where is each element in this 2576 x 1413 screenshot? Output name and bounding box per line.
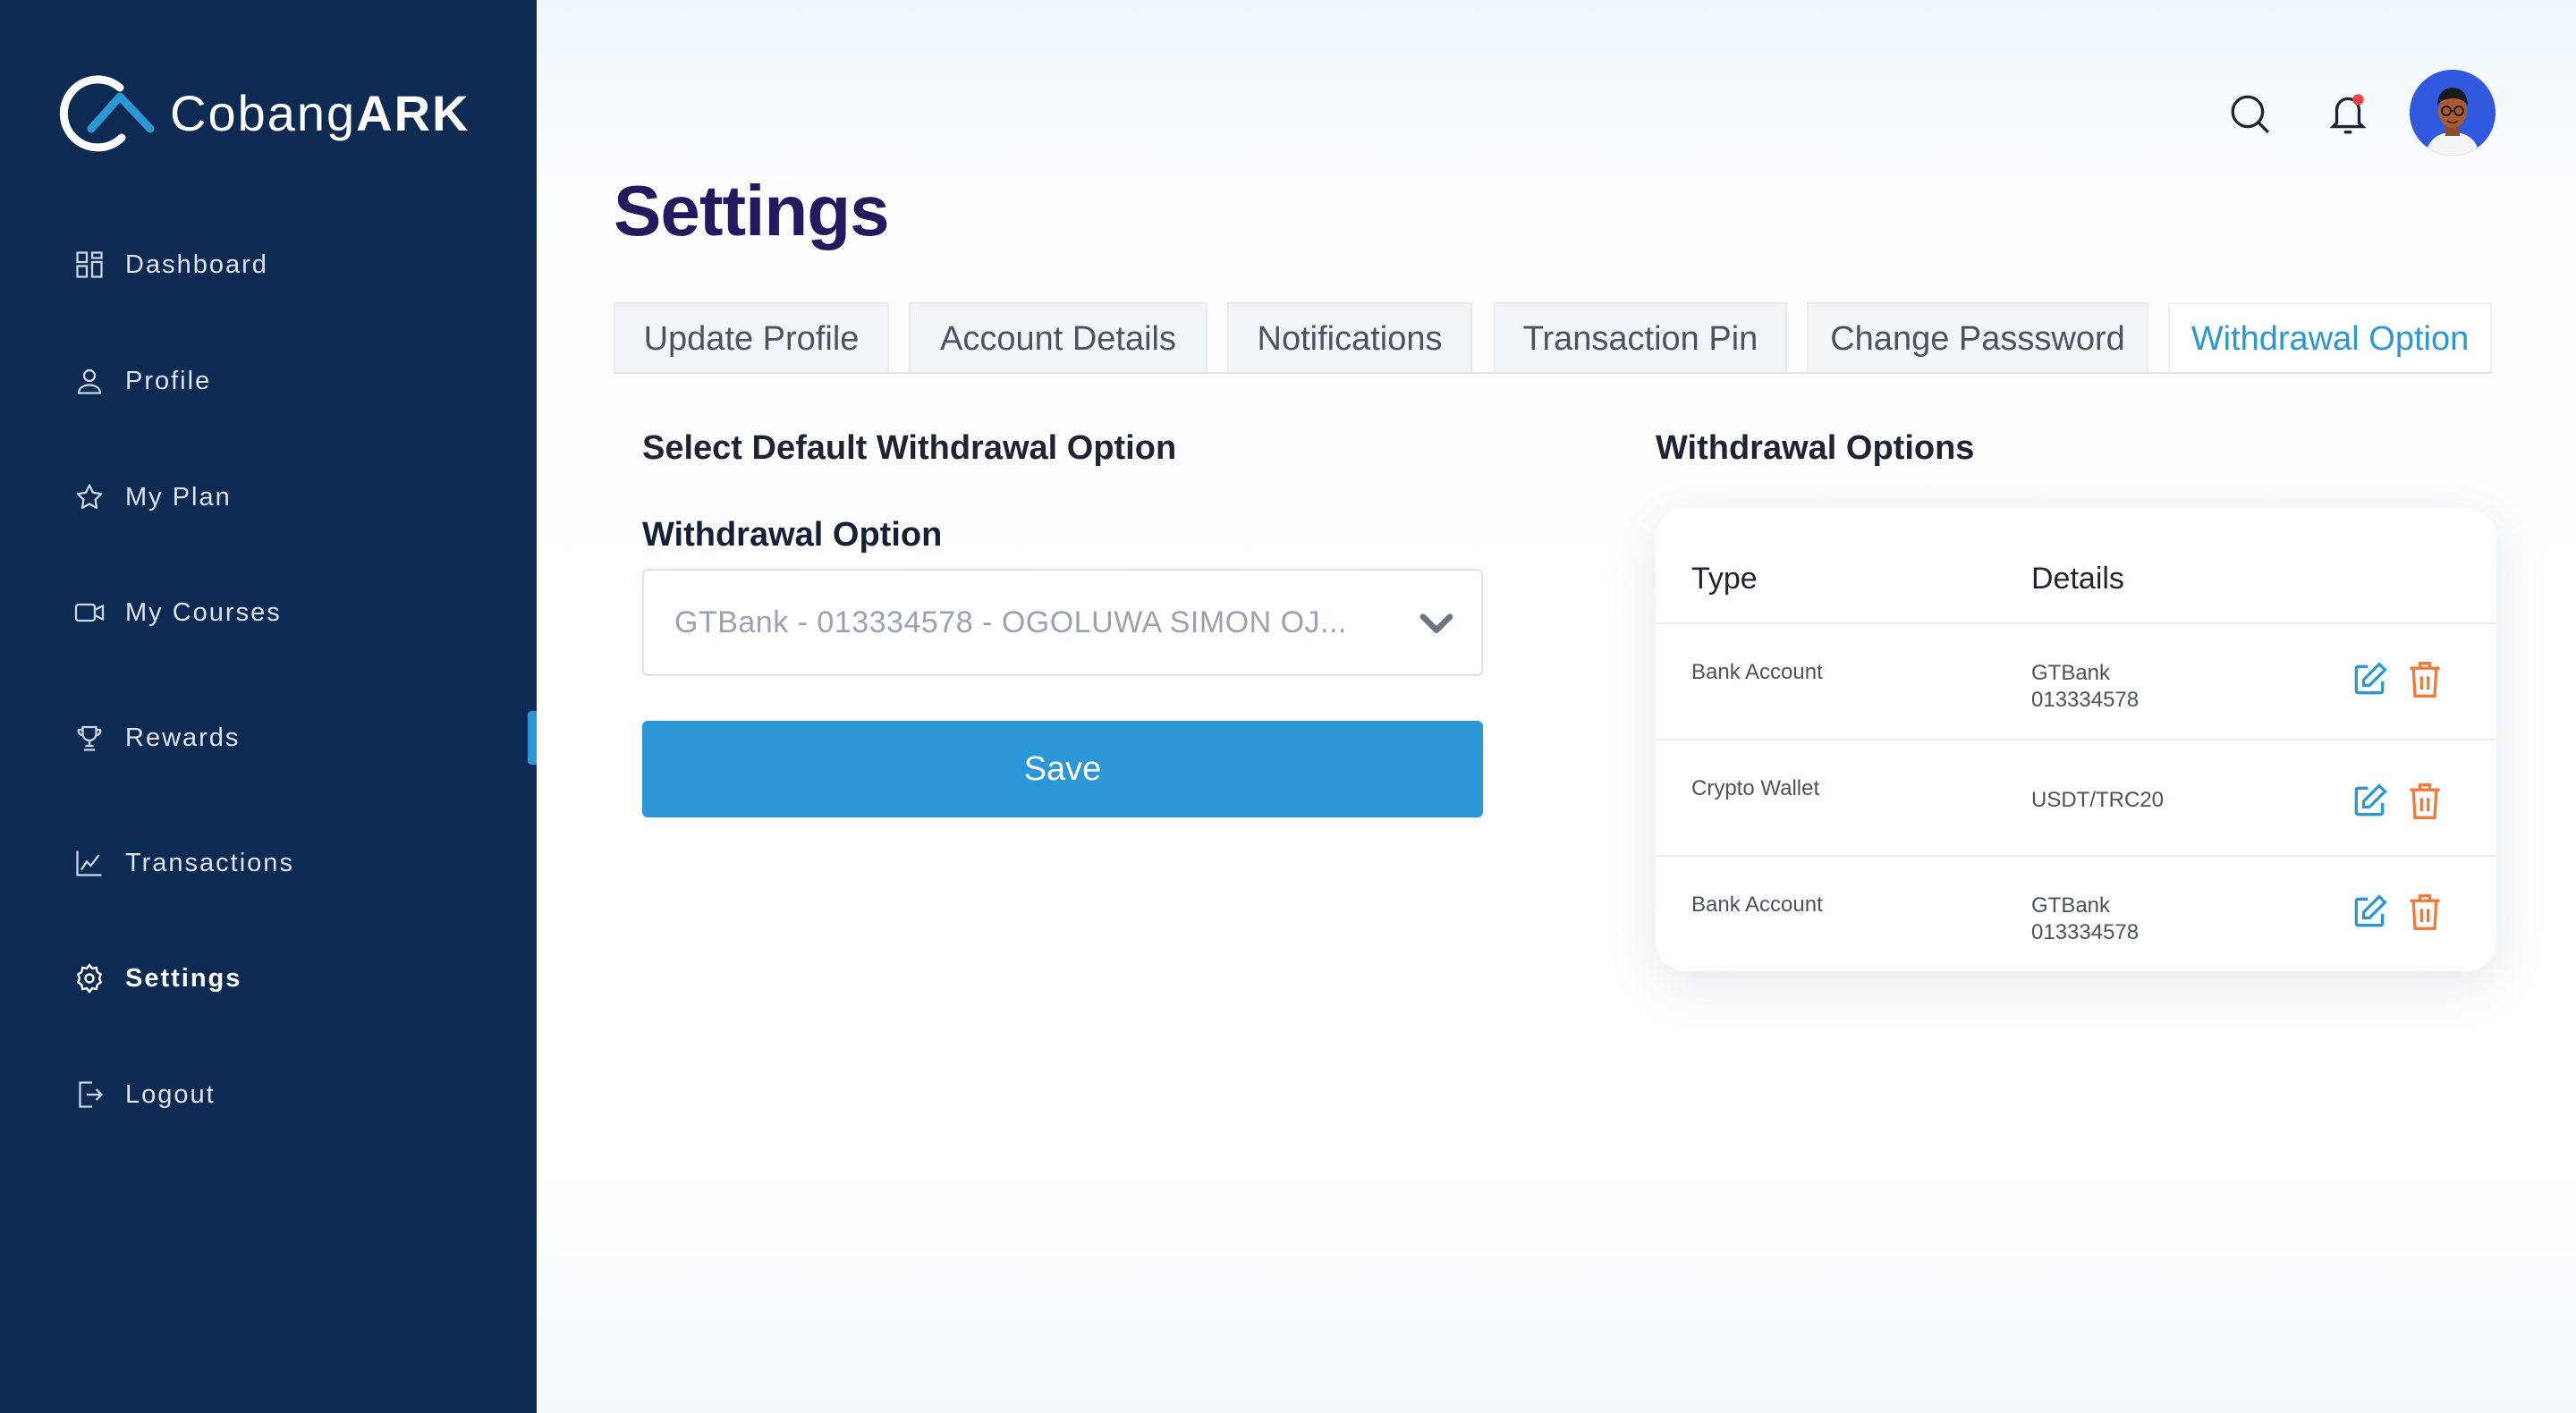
sidebar-item-rewards[interactable]: Rewards — [72, 711, 240, 765]
sidebar-item-logout[interactable]: Logout — [72, 1068, 216, 1121]
sidebar-item-label: Settings — [125, 963, 242, 993]
tabs-divider — [614, 372, 2492, 374]
brand-logo[interactable]: CobangARK — [57, 70, 470, 156]
table-row: Bank Account GTBank 013334578 — [1656, 855, 2496, 971]
sidebar-item-label: Logout — [125, 1079, 216, 1109]
main-content: Settings Update Profile Account Details … — [537, 0, 2576, 1413]
brand-name: CobangARK — [170, 84, 470, 141]
details-line: 013334578 — [2031, 920, 2140, 944]
edit-icon[interactable] — [2350, 893, 2389, 932]
details-line: GTBank — [2031, 661, 2111, 685]
sidebar-item-label: My Courses — [125, 597, 282, 627]
chevron-down-icon — [1419, 613, 1453, 633]
grid-icon — [72, 247, 107, 283]
select-value: GTBank - 013334578 - OGOLUWA SIMON OJ... — [674, 605, 1347, 639]
sidebar-item-label: Profile — [125, 366, 212, 395]
save-button[interactable]: Save — [642, 721, 1483, 817]
active-nav-indicator — [528, 711, 537, 765]
trash-icon[interactable] — [2405, 891, 2445, 934]
row-type: Bank Account — [1691, 660, 1823, 684]
sidebar-item-my-plan[interactable]: My Plan — [72, 470, 232, 524]
sidebar-item-label: Dashboard — [125, 250, 268, 279]
notification-dot — [2352, 94, 2364, 106]
row-type: Bank Account — [1691, 893, 1823, 917]
sidebar-item-label: My Plan — [125, 482, 232, 512]
sidebar: CobangARK Dashboard Profile My Plan My C… — [0, 0, 537, 1413]
logo-mark-icon — [59, 75, 155, 152]
sidebar-item-settings[interactable]: Settings — [72, 952, 242, 1005]
edit-icon[interactable] — [2350, 782, 2389, 821]
user-icon — [72, 363, 107, 399]
tab-withdrawal-option[interactable]: Withdrawal Option — [2168, 302, 2492, 374]
withdrawal-option-label: Withdrawal Option — [642, 516, 943, 554]
avatar-illustration — [2410, 70, 2496, 156]
details-line: 013334578 — [2031, 688, 2140, 712]
withdrawal-option-select[interactable]: GTBank - 013334578 - OGOLUWA SIMON OJ... — [642, 569, 1483, 676]
row-details: USDT/TRC20 — [2031, 787, 2164, 814]
bell-icon[interactable] — [2326, 89, 2370, 138]
trash-icon[interactable] — [2405, 780, 2445, 823]
row-details: GTBank 013334578 — [2031, 660, 2139, 714]
column-header-type: Type — [1691, 562, 1758, 596]
avatar[interactable] — [2410, 70, 2496, 156]
tab-notifications[interactable]: Notifications — [1227, 302, 1472, 374]
trash-icon[interactable] — [2405, 658, 2445, 701]
withdrawal-options-heading: Withdrawal Options — [1656, 429, 1975, 467]
select-default-heading: Select Default Withdrawal Option — [642, 429, 1177, 467]
tab-transaction-pin[interactable]: Transaction Pin — [1494, 302, 1787, 374]
column-header-details: Details — [2031, 562, 2124, 596]
logout-icon — [72, 1077, 107, 1113]
table-row: Crypto Wallet USDT/TRC20 — [1656, 739, 2496, 855]
details-line: USDT/TRC20 — [2031, 788, 2165, 812]
table-row: Bank Account GTBank 013334578 — [1656, 622, 2496, 739]
row-details: GTBank 013334578 — [2031, 893, 2139, 946]
edit-icon[interactable] — [2350, 660, 2389, 699]
search-icon[interactable] — [2227, 91, 2272, 136]
withdrawal-options-card: Type Details Bank Account GTBank 0133345… — [1656, 508, 2496, 971]
page-title: Settings — [614, 171, 890, 250]
sidebar-item-label: Rewards — [125, 723, 241, 752]
video-icon — [72, 595, 107, 630]
sidebar-item-label: Transactions — [125, 848, 294, 877]
star-icon — [72, 479, 107, 515]
tab-account-details[interactable]: Account Details — [909, 302, 1208, 374]
sidebar-item-dashboard[interactable]: Dashboard — [72, 238, 268, 292]
sidebar-item-my-courses[interactable]: My Courses — [72, 586, 282, 639]
trophy-icon — [72, 720, 107, 756]
row-type: Crypto Wallet — [1691, 776, 1820, 800]
gear-icon — [72, 960, 107, 996]
sidebar-item-profile[interactable]: Profile — [72, 354, 211, 408]
sidebar-item-transactions[interactable]: Transactions — [72, 836, 294, 890]
details-line: GTBank — [2031, 893, 2111, 918]
chart-icon — [72, 845, 107, 881]
tab-update-profile[interactable]: Update Profile — [614, 302, 889, 374]
tab-change-password[interactable]: Change Passsword — [1807, 302, 2148, 374]
